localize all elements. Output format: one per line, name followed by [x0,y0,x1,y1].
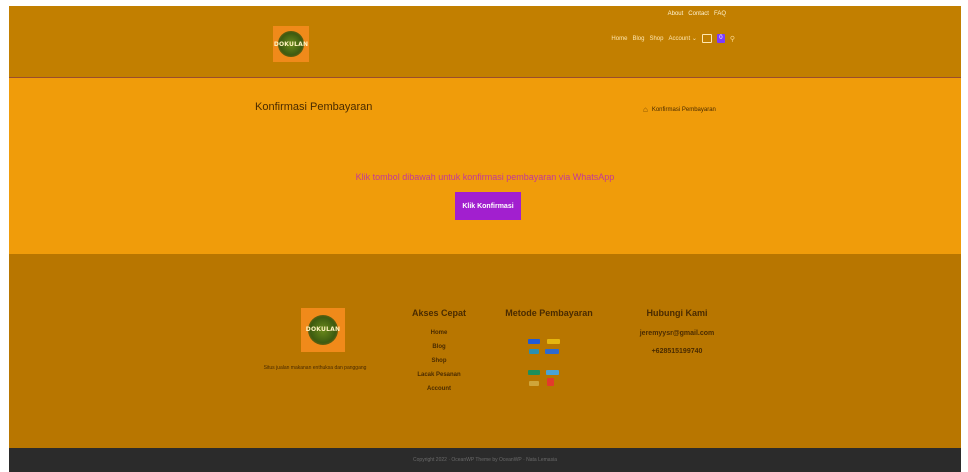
confirm-whatsapp-button[interactable]: Klik Konfirmasi [455,192,521,220]
logo-emblem: DOKULAN [274,31,308,57]
footer-logo-emblem: DOKULAN [305,314,341,346]
payment-methods-title: Metode Pembayaran [505,308,593,318]
top-link-about[interactable]: About [668,11,684,17]
copyright-bar: Copyright 2022 · OceanWP Theme by OceanW… [9,448,961,472]
dana-logo [529,381,539,386]
copyright-text: Copyright 2022 · OceanWP Theme by OceanW… [413,457,557,463]
breadcrumb-current: Konfirmasi Pembayaran [651,106,716,113]
site-logo[interactable]: DOKULAN [273,26,309,62]
cart-icon[interactable] [701,34,712,43]
main-nav: Home Blog Shop Account ⌄ 0 ⚲ [611,34,735,43]
quick-link-home[interactable]: Home [389,326,489,340]
quick-links-title: Akses Cepat [411,308,467,318]
footer-logo-text: DOKULAN [305,326,341,334]
danamon-logo [545,349,559,354]
quick-links-list: Home Blog Shop Lacak Pesanan Account [389,326,489,396]
nav-account[interactable]: Account ⌄ [668,35,696,42]
confirmation-message: Klik tombol dibawah untuk konfirmasi pem… [355,172,615,182]
search-icon[interactable]: ⚲ [730,35,735,43]
nav-home[interactable]: Home [611,36,627,42]
chevron-down-icon: ⌄ [691,36,697,42]
contact-title: Hubungi Kami [646,308,708,318]
cart-count-badge: 0 [716,34,725,43]
mandiri-logo [547,339,560,344]
nav-account-label: Account [668,36,691,42]
bca-logo [528,339,540,344]
logo-text: DOKULAN [273,40,309,48]
quick-link-account[interactable]: Account [389,382,489,396]
linkaja-logo [547,378,554,386]
breadcrumb: ⌂ Konfirmasi Pembayaran [643,105,716,114]
contact-email[interactable]: jeremyysr@gmail.com [617,330,737,337]
site-header: DOKULAN About Contact FAQ Home Blog Shop… [9,6,961,78]
quick-link-track-order[interactable]: Lacak Pesanan [389,368,489,382]
top-link-contact[interactable]: Contact [688,11,709,17]
page-title: Konfirmasi Pembayaran [255,101,373,113]
nav-blog[interactable]: Blog [632,36,644,42]
page-frame: DOKULAN About Contact FAQ Home Blog Shop… [9,6,961,472]
nav-shop[interactable]: Shop [649,36,663,42]
quick-link-blog[interactable]: Blog [389,340,489,354]
top-links: About Contact FAQ [668,11,726,17]
top-link-faq[interactable]: FAQ [714,11,726,17]
footer-tagline: Situs jualan makanan enthuksa dan pangga… [263,365,367,371]
home-icon[interactable]: ⌂ [643,105,648,114]
gopay-logo [528,370,540,375]
ovo-logo [546,370,559,375]
quick-link-shop[interactable]: Shop [389,354,489,368]
content-band [9,78,961,254]
contact-phone[interactable]: +628515199740 [617,348,737,355]
footer-logo[interactable]: DOKULAN [301,308,345,352]
bni-logo [529,349,539,354]
